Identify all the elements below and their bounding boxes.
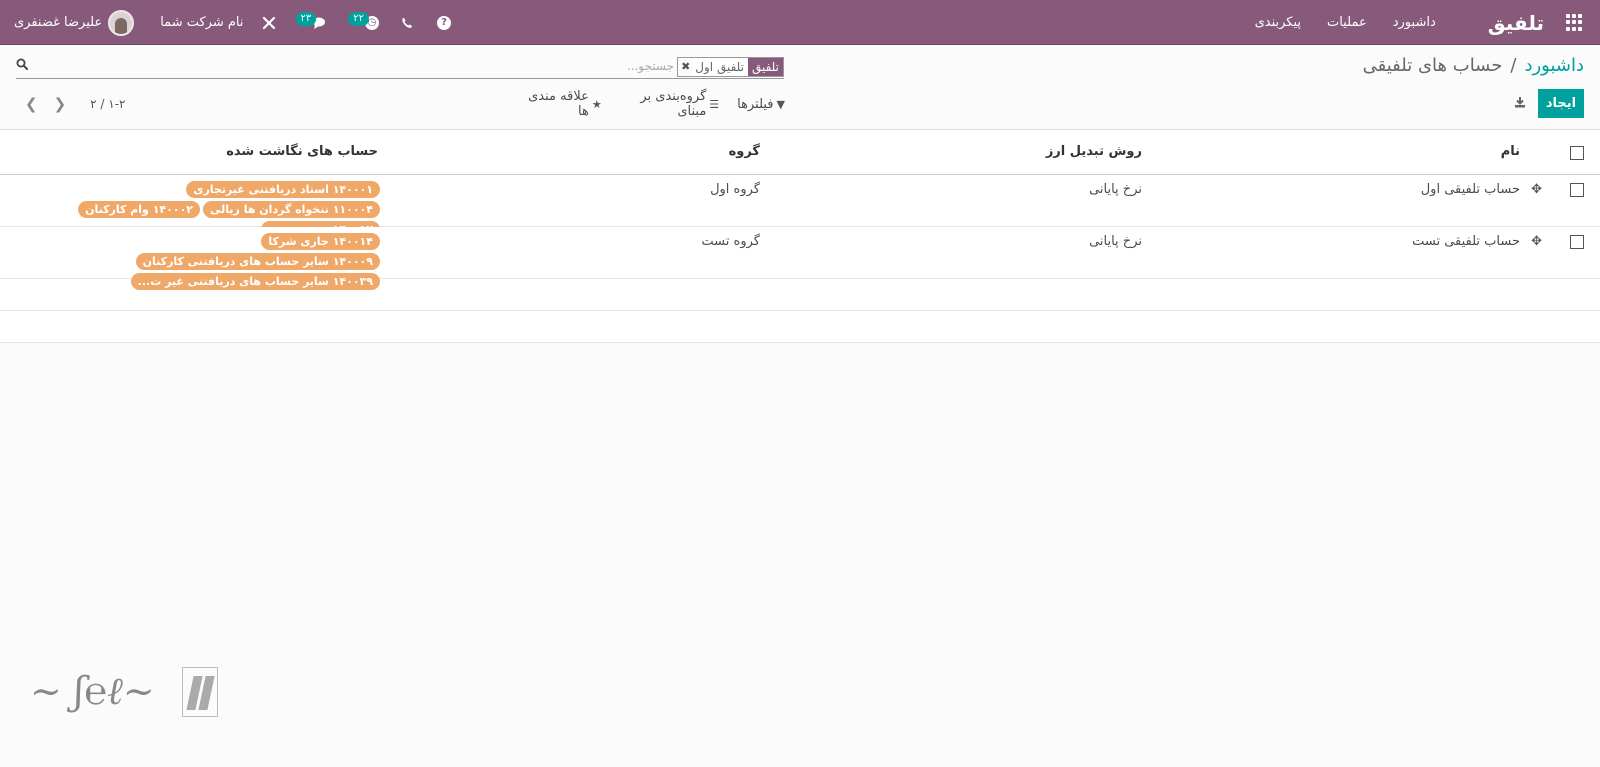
menu-item-operations[interactable]: عملیات [1327,15,1367,30]
cell-currency-method: نرخ پایانی [1089,234,1142,249]
download-icon[interactable] [1514,96,1526,111]
search-input[interactable]: جستجو... [627,57,674,75]
select-all-checkbox[interactable] [1570,146,1584,160]
cell-group: گروه تست [701,234,760,249]
filters-dropdown[interactable]: ▼ فیلترها [737,97,785,112]
pager: ❮ ❯ ۱-۲ / ۲ [25,95,126,113]
page-title: حساب های تلفیقی [1362,55,1503,76]
cell-mapped-accounts: ۱۴۰۰۱۴ جاری شرکا ۱۴۰۰۰۹ سایر حساب های در… [60,233,380,290]
row-checkbox[interactable] [1570,183,1584,197]
watermark-mark [182,667,218,717]
column-header-mapped-accounts[interactable]: حساب های نگاشت شده [226,144,378,159]
chevron-left-icon[interactable]: ❮ [25,95,38,113]
messages-badge: ۲۳ [295,11,317,26]
search-facet: ✖ تلفیق اول تلفیق [677,57,784,77]
avatar [108,9,135,36]
row-checkbox[interactable] [1570,235,1584,249]
apps-grid-icon[interactable] [1566,13,1584,32]
search-icon[interactable] [16,58,28,74]
activities-menu[interactable]: ۲۲ ◷ [348,11,379,30]
menu-item-dashboard[interactable]: داشبورد [1393,15,1436,30]
account-tag: ۱۱۰۰۰۴ تنخواه گردان ها ریالی [203,201,380,218]
filters-label: فیلترها [737,96,774,112]
column-header-group[interactable]: گروه [729,144,760,159]
tools-icon[interactable] [262,16,276,30]
groupby-dropdown[interactable]: ☰ گروه‌بندی بر مبنای [620,89,719,119]
breadcrumb: داشبورد / حساب های تلفیقی [1363,55,1584,76]
list-icon: ☰ [709,97,720,111]
groupby-label: گروه‌بندی بر مبنای [640,89,707,119]
facet-label: تلفیق [747,58,783,76]
star-icon: ★ [591,97,602,111]
user-name: علیرضا غضنفری [14,15,103,30]
breadcrumb-parent[interactable]: داشبورد [1524,55,1584,76]
favorites-dropdown[interactable]: ★ علاقه مندی ها [523,89,602,119]
top-navbar: تلفیق داشبورد عملیات پیکربندی علیرضا غضن… [0,0,1600,45]
table-row[interactable]: ✥ حساب تلفیقی تست نرخ پایانی گروه تست ۱۴… [0,227,1600,290]
cell-name: حساب تلفیقی اول [1420,182,1520,197]
messages-menu[interactable]: ۲۳ [295,11,329,30]
account-tag: ۱۴۰۰۰۱ اسناد دریافتنی غیرتجاری [186,181,380,198]
cell-name: حساب تلفیقی تست [1412,234,1520,249]
company-switcher[interactable]: نام شرکت شما [160,15,243,30]
account-tag: ۱۴۰۰۰۹ سایر حساب های دریافتنی کارکنان [135,253,380,270]
activities-badge: ۲۲ [348,11,369,26]
watermark-script: ~ ʃ℮ℓ~ [30,669,155,713]
search-bar[interactable]: ✖ تلفیق اول تلفیق جستجو... [16,55,784,79]
breadcrumb-separator: / [1510,55,1517,76]
favorites-label: علاقه مندی ها [528,89,589,119]
watermark-logo: ~ ʃ℮ℓ~ [30,665,218,725]
drag-handle-icon[interactable]: ✥ [1531,182,1542,197]
user-menu[interactable]: علیرضا غضنفری [14,9,135,36]
list-table: نام روش تبدیل ارز گروه حساب های نگاشت شد… [0,129,1600,343]
cell-currency-method: نرخ پایانی [1089,182,1142,197]
create-button[interactable]: ایجاد [1538,89,1584,118]
chevron-right-icon[interactable]: ❯ [54,95,67,113]
phone-icon[interactable] [401,17,413,29]
filter-icon: ▼ [776,97,785,111]
table-row[interactable]: ✥ حساب تلفیقی اول نرخ پایانی گروه اول ۱۴… [0,175,1600,238]
account-tag: ۱۴۰۰۰۲ وام کارکنان [78,201,201,218]
account-tag: ۱۴۰۰۱۴ جاری شرکا [261,233,380,250]
account-tag: ۱۴۰۰۳۹ سایر حساب های دریافتنی غیر ت... [130,273,380,290]
menu-item-configuration[interactable]: پیکربندی [1255,15,1301,30]
empty-row [0,311,1600,343]
pager-value[interactable]: ۱-۲ / ۲ [90,97,125,111]
table-header: نام روش تبدیل ارز گروه حساب های نگاشت شد… [0,129,1600,175]
drag-handle-icon[interactable]: ✥ [1531,234,1542,249]
search-options: ▼ فیلترها ☰ گروه‌بندی بر مبنای ★ علاقه م… [505,89,785,119]
facet-close-icon[interactable]: ✖ [678,58,693,76]
column-header-currency-method[interactable]: روش تبدیل ارز [1046,144,1142,159]
help-icon[interactable]: ? [437,15,451,30]
column-header-name[interactable]: نام [1501,144,1520,159]
app-brand[interactable]: تلفیق [1488,11,1544,35]
facet-value: تلفیق اول [693,58,748,76]
cell-group: گروه اول [710,182,760,197]
